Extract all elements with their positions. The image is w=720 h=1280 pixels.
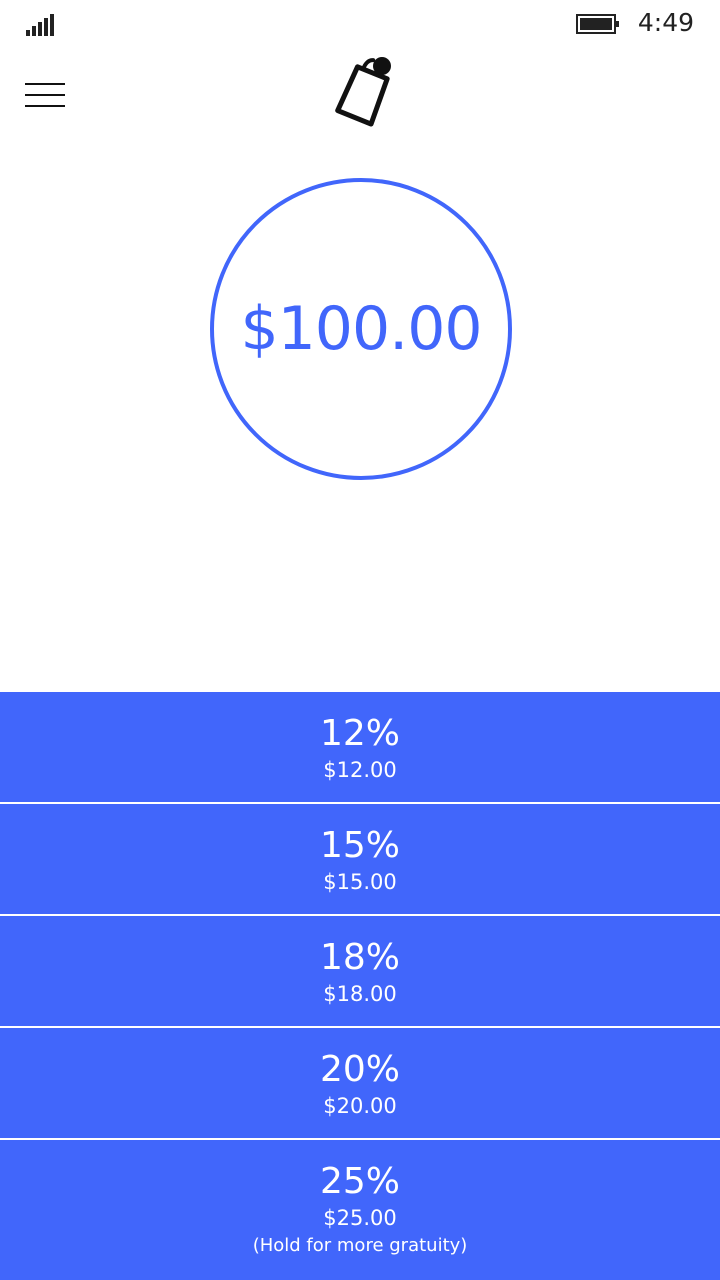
tip-amount: $25.00 xyxy=(323,1206,397,1230)
tip-percent: 12% xyxy=(319,713,400,754)
tip-percent: 15% xyxy=(319,825,400,866)
tip-option-25[interactable]: 25% $25.00 (Hold for more gratuity) xyxy=(0,1140,720,1280)
tip-amount: $20.00 xyxy=(323,1094,397,1118)
tip-option-12[interactable]: 12% $12.00 xyxy=(0,692,720,802)
tip-calculator-screen: 4:49 $100.00 12% $12.00 15% $15.00 18% $… xyxy=(0,0,720,1280)
tip-options-list: 12% $12.00 15% $15.00 18% $18.00 20% $20… xyxy=(0,692,720,1280)
bill-amount: $100.00 xyxy=(240,294,482,364)
tip-option-18[interactable]: 18% $18.00 xyxy=(0,916,720,1026)
tip-option-20[interactable]: 20% $20.00 xyxy=(0,1028,720,1138)
tip-percent: 25% xyxy=(319,1161,400,1202)
battery-icon xyxy=(576,14,619,34)
status-time: 4:49 xyxy=(637,8,694,37)
tip-hold-hint: (Hold for more gratuity) xyxy=(252,1235,468,1256)
price-tag-icon xyxy=(335,57,391,127)
tip-percent: 18% xyxy=(319,937,400,978)
hamburger-menu-icon[interactable] xyxy=(22,78,68,112)
bill-amount-circle[interactable]: $100.00 xyxy=(210,178,512,480)
signal-icon xyxy=(26,14,54,36)
status-bar: 4:49 xyxy=(0,0,720,48)
tip-amount: $12.00 xyxy=(323,758,397,782)
tip-percent: 20% xyxy=(319,1049,400,1090)
tip-amount: $15.00 xyxy=(323,870,397,894)
tip-amount: $18.00 xyxy=(323,982,397,1006)
tip-option-15[interactable]: 15% $15.00 xyxy=(0,804,720,914)
